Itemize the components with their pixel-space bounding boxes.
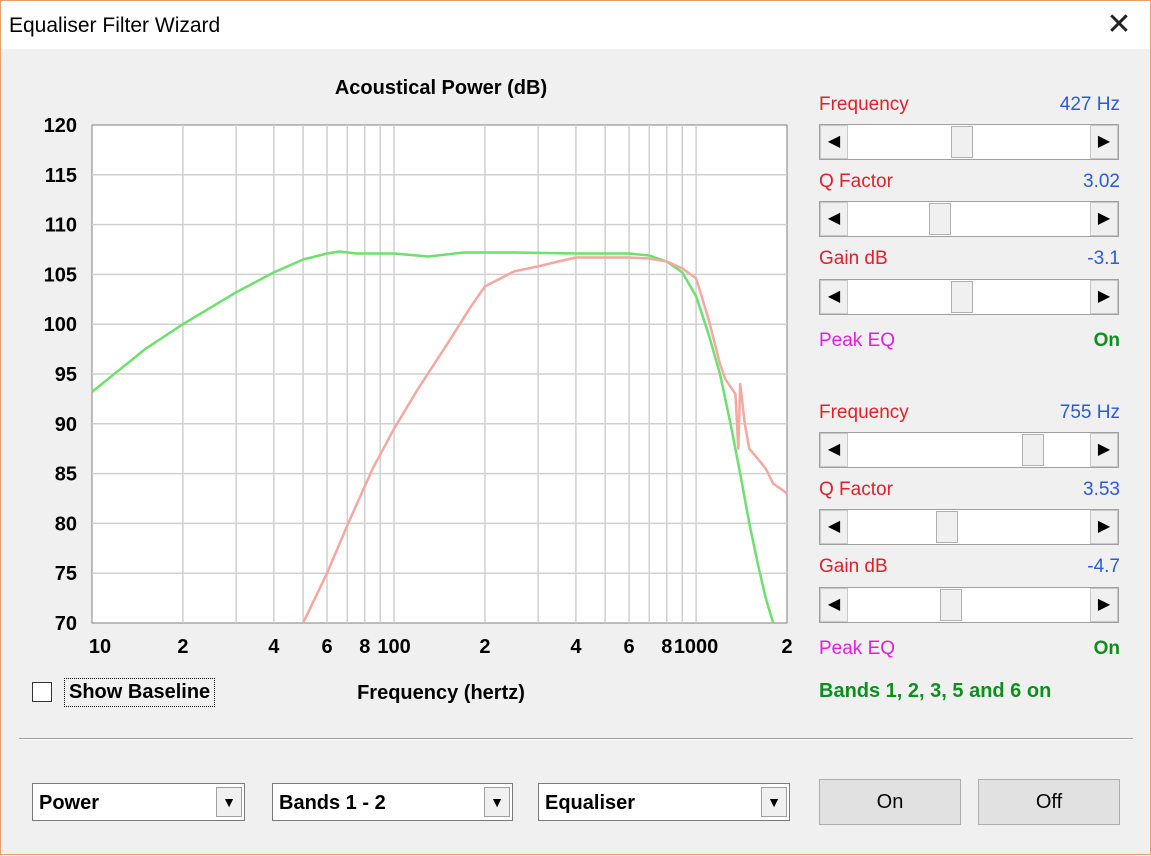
measure-select-value: Power [39, 792, 100, 814]
scroll-thumb[interactable] [936, 511, 958, 543]
y-tick-label: 95 [55, 364, 77, 386]
scroll-right-icon[interactable]: ▶ [1090, 588, 1118, 622]
x-tick-label: 6 [321, 636, 332, 658]
band2-frequency-label: Frequency [819, 402, 909, 423]
scroll-thumb[interactable] [1021, 434, 1044, 466]
y-tick-label: 115 [45, 165, 77, 187]
x-axis-label: Frequency (hertz) [357, 682, 525, 704]
y-tick-labels: 120 115 110 105 100 95 90 85 80 75 70 [44, 115, 77, 635]
y-tick-label: 100 [44, 314, 77, 336]
mode-select-value: Equaliser [545, 792, 636, 814]
x-tick-label: 6 [624, 636, 635, 658]
x-tick-label: 4 [570, 636, 582, 658]
band1-type-label: Peak EQ [819, 330, 896, 351]
bands-select-value: Bands 1 - 2 [279, 792, 386, 814]
x-tick-label: 1000 [674, 636, 719, 658]
y-tick-label: 80 [55, 513, 77, 535]
band1-frequency-label: Frequency [819, 94, 909, 115]
chevron-down-icon[interactable]: ▼ [216, 787, 242, 817]
mode-select[interactable]: Equaliser ▼ [538, 783, 790, 821]
band1-type-state[interactable]: On [1094, 330, 1120, 352]
band2-q-label: Q Factor [819, 479, 893, 500]
scroll-right-icon[interactable]: ▶ [1090, 510, 1118, 544]
band2-type-label: Peak EQ [819, 638, 896, 659]
y-tick-label: 85 [55, 464, 77, 486]
band1-gain-label: Gain dB [819, 248, 888, 269]
scroll-thumb[interactable] [951, 126, 974, 158]
band1-gain-scrollbar[interactable]: ◀ ▶ [819, 279, 1119, 315]
x-tick-label: 10 [89, 636, 111, 658]
y-tick-label: 90 [55, 414, 77, 436]
y-tick-label: 105 [44, 264, 77, 286]
scroll-thumb[interactable] [951, 281, 974, 313]
band2-frequency-scrollbar[interactable]: ◀ ▶ [819, 432, 1119, 468]
band1-frequency-value: 427 Hz [1059, 94, 1120, 115]
x-tick-label: 2 [781, 636, 792, 658]
x-tick-label: 8 [661, 636, 672, 658]
band2-gain-scrollbar[interactable]: ◀ ▶ [819, 587, 1119, 623]
band1-q-label: Q Factor [819, 171, 893, 192]
scroll-left-icon[interactable]: ◀ [820, 125, 848, 159]
scroll-left-icon[interactable]: ◀ [820, 280, 848, 314]
scroll-left-icon[interactable]: ◀ [820, 510, 848, 544]
chevron-down-icon[interactable]: ▼ [484, 787, 510, 817]
scroll-thumb[interactable] [940, 589, 963, 621]
scroll-right-icon[interactable]: ▶ [1090, 433, 1118, 467]
band2-frequency-value: 755 Hz [1059, 402, 1120, 423]
band1-q-value: 3.02 [1083, 171, 1120, 192]
band1-q-scrollbar[interactable]: ◀ ▶ [819, 201, 1119, 237]
show-baseline-label[interactable]: Show Baseline [64, 678, 216, 707]
y-tick-label: 110 [45, 215, 77, 237]
x-tick-label: 2 [479, 636, 490, 658]
on-button[interactable]: On [819, 779, 961, 825]
band1-gain-value: -3.1 [1087, 248, 1120, 269]
scroll-right-icon[interactable]: ▶ [1090, 202, 1118, 236]
scroll-right-icon[interactable]: ▶ [1090, 280, 1118, 314]
band1-frequency-scrollbar[interactable]: ◀ ▶ [819, 124, 1119, 160]
band2-gain-value: -4.7 [1087, 556, 1120, 577]
x-tick-labels: 10 2 4 6 8 100 2 4 6 8 1000 2 [89, 636, 793, 658]
band2-type-state[interactable]: On [1094, 638, 1120, 660]
chart-title: Acoustical Power (dB) [335, 77, 547, 99]
band2-gain-label: Gain dB [819, 556, 888, 577]
band2-q-value: 3.53 [1083, 479, 1120, 500]
equaliser-window: Equaliser Filter Wizard ✕ Acoustical Pow… [0, 0, 1151, 855]
band2-q-scrollbar[interactable]: ◀ ▶ [819, 509, 1119, 545]
scroll-left-icon[interactable]: ◀ [820, 202, 848, 236]
measure-select[interactable]: Power ▼ [32, 783, 245, 821]
scroll-right-icon[interactable]: ▶ [1090, 125, 1118, 159]
scroll-thumb[interactable] [929, 203, 952, 235]
x-tick-label: 8 [359, 636, 370, 658]
y-tick-label: 120 [44, 115, 77, 137]
y-tick-label: 75 [55, 563, 77, 585]
x-tick-label: 100 [377, 636, 410, 658]
scroll-left-icon[interactable]: ◀ [820, 588, 848, 622]
x-tick-label: 4 [268, 636, 280, 658]
show-baseline-checkbox[interactable] [32, 682, 52, 702]
y-tick-label: 70 [55, 613, 77, 635]
bands-status: Bands 1, 2, 3, 5 and 6 on [819, 680, 1052, 702]
separator-highlight [19, 739, 1133, 740]
bands-select[interactable]: Bands 1 - 2 ▼ [272, 783, 513, 821]
scroll-left-icon[interactable]: ◀ [820, 433, 848, 467]
off-button[interactable]: Off [978, 779, 1120, 825]
chevron-down-icon[interactable]: ▼ [761, 787, 787, 817]
x-tick-label: 2 [177, 636, 188, 658]
